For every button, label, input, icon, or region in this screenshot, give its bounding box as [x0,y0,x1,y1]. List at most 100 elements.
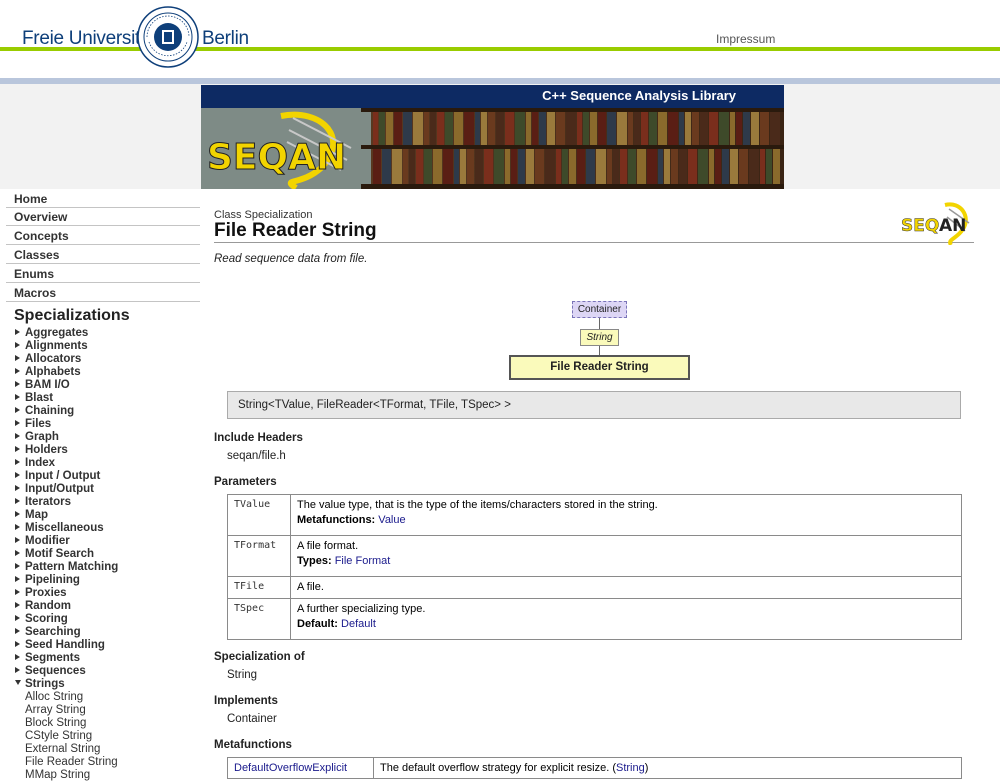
sidebar-group-map[interactable]: Map [15,509,48,522]
expand-triangle-icon [15,628,20,634]
sidebar-item-label: Classes [14,248,60,262]
book-spine [511,149,517,184]
sidebar-subitem-mmap-string[interactable]: MMap String [25,769,90,782]
expand-triangle-icon [15,641,20,647]
university-seal-icon[interactable] [137,6,199,68]
sidebar-item-enums[interactable]: Enums [6,264,200,283]
implements-link[interactable]: Container [227,713,277,725]
expand-triangle-icon [15,563,20,569]
sidebar-group-alphabets[interactable]: Alphabets [15,366,81,379]
book-spine [709,112,718,145]
sidebar-item-classes[interactable]: Classes [6,245,200,264]
class-signature-box: String<TValue, FileReader<TFormat, TFile… [227,391,961,419]
sidebar-group-sequences[interactable]: Sequences [15,665,86,678]
sidebar-group-holders[interactable]: Holders [15,444,68,457]
sidebar-group-pattern-matching[interactable]: Pattern Matching [15,561,118,574]
diagram-node-container[interactable]: Container [572,301,627,318]
university-header: Freie Universität Berlin Impressum [0,0,1000,78]
sidebar-group-random[interactable]: Random [15,600,71,613]
sidebar-group-input-output-spaced[interactable]: Input / Output [15,470,100,483]
default-link[interactable]: Default [341,618,376,630]
book-spine [454,112,463,145]
expand-triangle-icon [15,420,20,426]
sidebar-group-files[interactable]: Files [15,418,51,431]
string-link[interactable]: String [616,762,645,774]
diagram-connector [599,346,600,355]
sidebar-group-modifier[interactable]: Modifier [15,535,70,548]
param-desc-text: A file format. [297,540,359,552]
sidebar-group-chaining[interactable]: Chaining [15,405,74,418]
title-divider [214,242,974,243]
param-name: TValue [227,494,291,536]
sidebar-item-overview[interactable]: Overview [6,207,200,226]
book-spine [617,112,627,145]
diagram-node-current: File Reader String [509,355,690,380]
sidebar-group-graph[interactable]: Graph [15,431,59,444]
sidebar-item-concepts[interactable]: Concepts [6,226,200,245]
sidebar-group-scoring[interactable]: Scoring [15,613,68,626]
expand-triangle-icon [15,602,20,608]
group-label: Searching [25,626,81,638]
book-spine [373,112,378,145]
param-description: A file. [290,576,962,599]
sidebar-group-alignments[interactable]: Alignments [15,340,88,353]
sidebar-group-miscellaneous[interactable]: Miscellaneous [15,522,104,535]
sidebar-group-aggregates[interactable]: Aggregates [15,327,88,340]
sidebar-group-blast[interactable]: Blast [15,392,53,405]
impressum-link[interactable]: Impressum [716,32,775,46]
book-spine [518,149,525,184]
sidebar-group-motif-search[interactable]: Motif Search [15,548,94,561]
book-spine [722,149,729,184]
sidebar-group-seed-handling[interactable]: Seed Handling [15,639,105,652]
metafunction-link[interactable]: DefaultOverflowExplicit [234,762,347,774]
book-spine [688,149,697,184]
expand-triangle-icon [15,446,20,452]
book-spine [505,112,514,145]
sidebar-subitem-array-string[interactable]: Array String [25,704,86,717]
seqan-logo-icon: SEQ AN [901,202,970,245]
sidebar-group-index[interactable]: Index [15,457,55,470]
book-spine [719,112,729,145]
value-link[interactable]: Value [378,514,405,526]
book-spine [454,149,459,184]
book-spine [556,149,561,184]
param-name: TSpec [227,598,291,640]
table-row: TFormat A file format. Types: File Forma… [227,535,962,577]
sidebar-subitem-external-string[interactable]: External String [25,743,100,756]
param-extra-label: Metafunctions: [297,514,376,526]
book-spine [760,149,765,184]
sidebar-group-iterators[interactable]: Iterators [15,496,71,509]
specialization-of-link[interactable]: String [227,669,257,681]
book-spine [730,112,735,145]
expand-triangle-icon [15,524,20,530]
sidebar-group-searching[interactable]: Searching [15,626,81,639]
sidebar-group-strings[interactable]: Strings [15,678,65,691]
svg-text:SEQAN: SEQAN [207,137,346,178]
sidebar-group-bam-io[interactable]: BAM I/O [15,379,70,392]
sidebar-subitem-cstyle-string[interactable]: CStyle String [25,730,92,743]
sidebar-group-proxies[interactable]: Proxies [15,587,67,600]
param-description: The value type, that is the type of the … [290,494,962,536]
include-header-value: seqan/file.h [227,450,286,462]
sidebar-subitem-file-reader-string[interactable]: File Reader String [25,756,118,769]
sidebar-group-allocators[interactable]: Allocators [15,353,81,366]
param-description: A file format. Types: File Format [290,535,962,577]
sidebar-group-input-output[interactable]: Input/Output [15,483,94,496]
sidebar-group-segments[interactable]: Segments [15,652,80,665]
book-spine [494,149,504,184]
book-spine [445,112,453,145]
book-spine [467,149,474,184]
sidebar-item-label: Enums [14,267,55,281]
book-spine [526,112,531,145]
sidebar-subitem-alloc-string[interactable]: Alloc String [25,691,83,704]
sidebar-subitem-block-string[interactable]: Block String [25,717,86,730]
book-spine [698,149,708,184]
sidebar-item-macros[interactable]: Macros [6,283,200,302]
sidebar-group-pipelining[interactable]: Pipelining [15,574,80,587]
book-spine [637,149,646,184]
file-format-link[interactable]: File Format [335,555,391,567]
diagram-node-string[interactable]: String [580,329,619,346]
book-spine [590,112,597,145]
group-label: Proxies [25,587,67,599]
sidebar-item-home[interactable]: Home [6,189,200,208]
